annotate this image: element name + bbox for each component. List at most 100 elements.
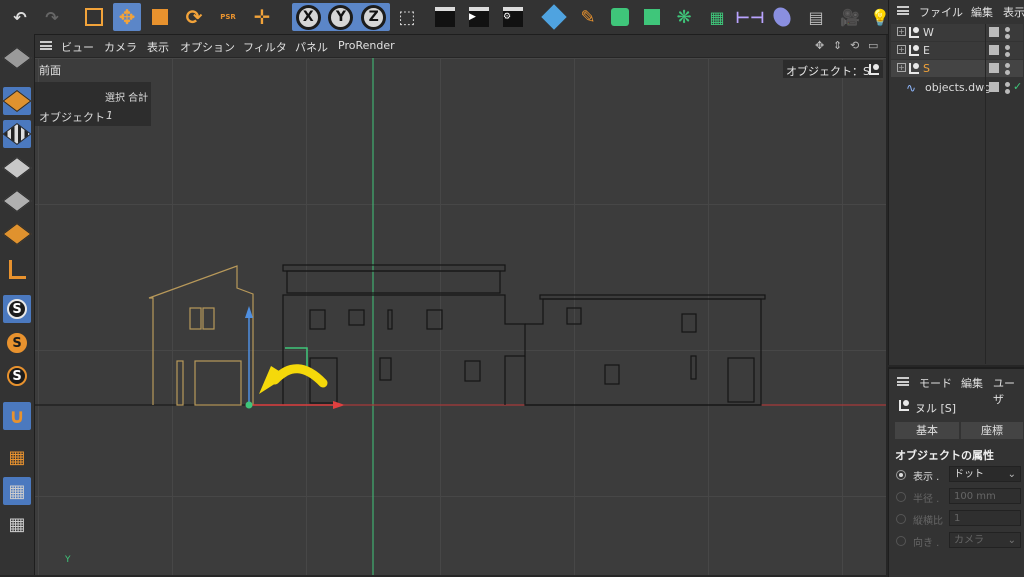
texture-mode-icon[interactable] [2,120,32,148]
object-manager: ファイル 編集 表示 + W + E + S ∿ objects.dwg. ✓ [888,0,1024,365]
expand-icon[interactable]: + [897,45,906,54]
aspect-value: 1 [954,513,961,524]
radius-radio[interactable] [896,492,906,502]
render-view-icon[interactable] [431,3,459,31]
viewport-move-icon[interactable]: ✥ [815,39,824,52]
visibility-editor-dot[interactable] [1005,45,1010,50]
orientation-radio[interactable] [896,536,906,546]
menu-view[interactable]: ビュー [61,39,94,55]
redo-icon[interactable]: ↷ [38,3,66,31]
visibility-render-dot[interactable] [1005,70,1010,75]
object-row-w[interactable]: + W [891,24,1023,41]
workplane-lock-icon[interactable]: ▦ [3,477,31,505]
menu-view-om[interactable]: 表示 [1003,4,1024,20]
workplane-icon[interactable]: ▦ [3,443,31,471]
menu-panel[interactable]: パネル [295,39,328,55]
points-mode-icon[interactable] [2,154,32,182]
axis-mode-icon[interactable] [3,255,31,283]
pen-spline-icon[interactable]: ✎ [574,3,602,31]
visibility-render-dot[interactable] [1005,52,1010,57]
snap-s-icon[interactable]: S [3,295,31,323]
edit-tag-icon[interactable] [989,27,999,37]
live-select-icon[interactable] [80,3,108,31]
null-object-icon [869,64,879,75]
camera-icon[interactable]: 🎥 [836,3,864,31]
floor-icon[interactable]: ▤ [802,3,830,31]
edges-mode-icon[interactable] [2,187,32,215]
visibility-editor-dot[interactable] [1005,27,1010,32]
front-viewport[interactable]: Y [35,58,886,575]
snap-s-orange-icon[interactable]: S [3,329,31,357]
x-axis-icon[interactable]: X [295,4,321,30]
viewport-drawing [35,58,886,575]
subdivision-icon[interactable] [606,3,634,31]
coordinate-system-icon[interactable]: ⬚ [393,3,421,31]
y-axis-icon[interactable]: Y [328,4,354,30]
make-editable-icon[interactable] [2,44,32,72]
magnet-icon[interactable]: ∪ [3,402,31,430]
menu-camera[interactable]: カメラ [104,39,137,55]
radius-field[interactable]: 100 mm [949,488,1021,504]
object-row-s[interactable]: + S [891,60,1023,77]
tab-coordinates[interactable]: 座標 [961,422,1023,439]
extrude-icon[interactable] [638,3,666,31]
deformer-icon[interactable] [768,3,796,31]
visibility-editor-dot[interactable] [1005,82,1010,87]
menu-mode[interactable]: モード [919,375,952,391]
visibility-editor-dot[interactable] [1005,63,1010,68]
model-mode-icon[interactable] [2,87,32,115]
menu-edit-am[interactable]: 編集 [961,375,983,391]
null-object-icon [909,45,919,56]
display-select[interactable]: ドット ⌄ [949,466,1021,482]
display-radio[interactable] [896,470,906,480]
null-object-icon [899,400,909,411]
expand-icon[interactable]: + [897,27,906,36]
menu-display[interactable]: 表示 [147,39,169,55]
move-icon[interactable]: ✥ [113,3,141,31]
edit-tag-icon[interactable] [989,45,999,55]
z-axis-icon[interactable]: Z [361,4,387,30]
viewport-menu-icon[interactable] [40,41,52,50]
menu-edit[interactable]: 編集 [971,4,993,20]
tab-basic[interactable]: 基本 [895,422,959,439]
move-alt-icon[interactable]: ✛ [248,3,276,31]
edit-tag-icon[interactable] [989,82,999,92]
visibility-render-dot[interactable] [1005,89,1010,94]
viewport-maximize-icon[interactable]: ▭ [868,39,878,52]
workplane-align-icon[interactable]: ▦ [3,510,31,538]
array-icon[interactable]: ▦ [703,3,731,31]
stats-row-label: オブジェクト [39,111,105,124]
enabled-check-icon[interactable]: ✓ [1013,80,1022,93]
cube-primitive-icon[interactable] [540,3,568,31]
menu-filter[interactable]: フィルタ [243,39,287,55]
menu-prorender[interactable]: ProRender [338,39,395,52]
snap-s-white-icon[interactable]: S [3,362,31,390]
object-row-e[interactable]: + E [891,42,1023,59]
rotate-icon[interactable]: ⟳ [180,3,208,31]
aspect-radio[interactable] [896,514,906,524]
menu-file[interactable]: ファイル [919,4,963,20]
viewport-zoom-icon[interactable]: ⇕ [833,39,842,52]
polygons-mode-icon[interactable] [2,220,32,248]
mograph-cloner-icon[interactable]: ❋ [670,3,698,31]
symmetry-icon[interactable]: ⊢⊣ [735,3,764,31]
edit-tag-icon[interactable] [989,63,999,73]
menu-user[interactable]: ユーザ [993,375,1024,407]
render-picture-viewer-icon[interactable]: ▶ [465,3,493,31]
viewport-rotate-icon[interactable]: ⟲ [850,39,859,52]
aspect-field[interactable]: 1 [949,510,1021,526]
scale-icon[interactable] [146,3,174,31]
object-name: E [923,44,930,57]
object-name: W [923,26,934,39]
attribute-manager-menu-icon[interactable] [897,377,909,386]
menu-options[interactable]: オプション [180,39,235,55]
undo-icon[interactable]: ↶ [6,3,34,31]
object-manager-menu-icon[interactable] [897,6,909,15]
null-object-icon [909,27,919,38]
visibility-render-dot[interactable] [1005,34,1010,39]
expand-icon[interactable]: + [897,63,906,72]
orientation-select[interactable]: カメラ ⌄ [949,532,1021,548]
psr-icon[interactable]: PSR [214,3,242,31]
object-row-spline[interactable]: ∿ objects.dwg. ✓ [891,79,1023,96]
render-settings-icon[interactable]: ⚙ [499,3,527,31]
